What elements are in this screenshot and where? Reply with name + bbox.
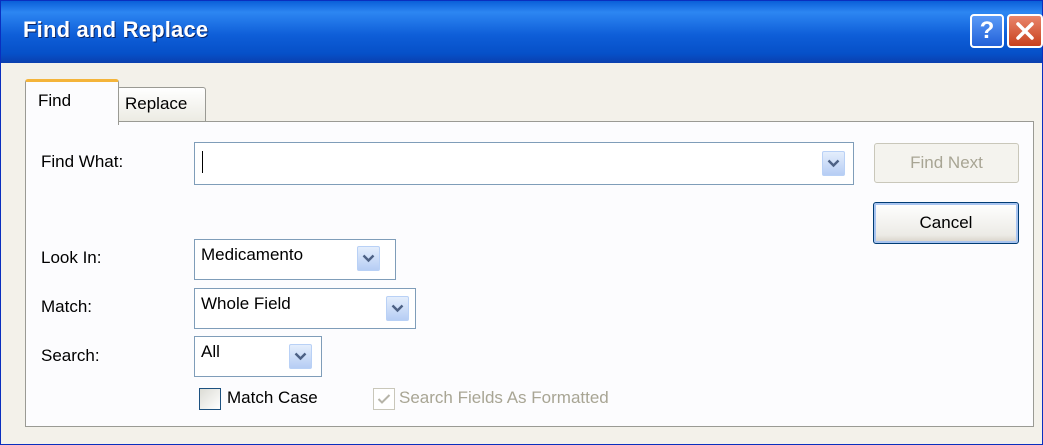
close-icon <box>1016 22 1034 40</box>
cancel-button[interactable]: Cancel <box>873 202 1019 244</box>
match-case-checkbox[interactable] <box>199 388 221 410</box>
chevron-down-icon <box>362 254 375 263</box>
tab-replace[interactable]: Replace <box>117 87 206 121</box>
tab-find[interactable]: Find <box>25 79 119 125</box>
match-select[interactable]: Whole Field <box>194 288 416 329</box>
look-in-label: Look In: <box>41 248 102 267</box>
checkmark-icon <box>377 394 391 404</box>
find-what-label: Find What: <box>41 152 124 171</box>
find-replace-dialog: Find and Replace ? Replace Find Find Wha… <box>0 0 1043 445</box>
search-fields-formatted-checkbox[interactable] <box>373 388 395 410</box>
match-dropdown-button[interactable] <box>386 296 409 321</box>
look-in-value: Medicamento <box>201 245 304 264</box>
chevron-down-icon <box>391 304 404 313</box>
tab-replace-label: Replace <box>125 94 188 113</box>
help-button[interactable]: ? <box>970 14 1004 48</box>
look-in-select[interactable]: Medicamento <box>194 239 396 280</box>
tab-find-label: Find <box>38 91 72 110</box>
chevron-down-icon <box>294 352 307 361</box>
find-what-dropdown-button[interactable] <box>822 151 845 176</box>
close-button[interactable] <box>1007 14 1043 48</box>
match-label: Match: <box>41 297 93 316</box>
chevron-down-icon <box>827 159 840 168</box>
search-fields-formatted-label[interactable]: Search Fields As Formatted <box>399 388 609 408</box>
match-value: Whole Field <box>201 294 291 313</box>
text-cursor <box>202 151 203 173</box>
look-in-dropdown-button[interactable] <box>357 246 380 271</box>
help-icon: ? <box>979 17 995 44</box>
match-case-label[interactable]: Match Case <box>227 388 318 408</box>
title-bar[interactable]: Find and Replace ? <box>1 1 1043 63</box>
search-value: All <box>201 342 220 361</box>
window-title: Find and Replace <box>23 17 209 42</box>
search-dropdown-button[interactable] <box>289 344 312 369</box>
search-select[interactable]: All <box>194 336 322 377</box>
search-label: Search: <box>41 346 100 365</box>
find-what-input[interactable] <box>194 142 854 185</box>
find-next-button[interactable]: Find Next <box>874 143 1019 183</box>
